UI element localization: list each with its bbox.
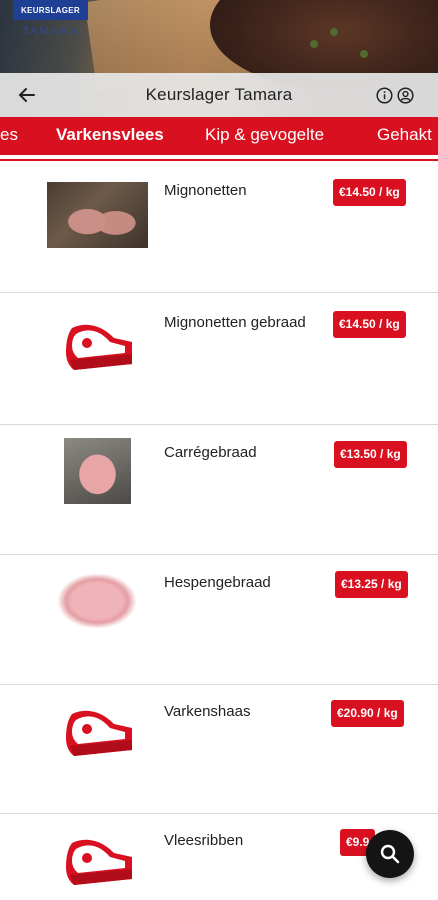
list-item[interactable]: Carrégebraad €13.50 / kg: [0, 425, 438, 555]
meat-steak-icon: [62, 706, 134, 767]
product-photo: [64, 438, 131, 504]
list-item[interactable]: Mignonetten gebraad €14.50 / kg: [0, 295, 438, 425]
account-circle-icon: [397, 87, 414, 104]
list-item[interactable]: Hespengebraad €13.25 / kg: [0, 555, 438, 685]
product-name: Varkenshaas: [164, 703, 251, 720]
price-badge: €14.50 / kg: [333, 179, 406, 206]
price-badge: €14.50 / kg: [333, 311, 406, 338]
account-button[interactable]: [397, 87, 414, 104]
product-name: Mignonetten gebraad: [164, 314, 306, 331]
product-photo: [47, 182, 148, 248]
app-bar: Keurslager Tamara: [0, 73, 438, 117]
product-name: Vleesribben: [164, 832, 244, 849]
logo-text: KEURSLAGER: [13, 0, 88, 20]
price-badge: €20.90 / kg: [331, 700, 404, 727]
arrow-left-icon: [18, 88, 35, 102]
search-icon: [380, 844, 400, 864]
list-item[interactable]: Mignonetten €14.50 / kg: [0, 163, 438, 293]
search-button[interactable]: [366, 830, 414, 878]
list-item[interactable]: Varkenshaas €20.90 / kg: [0, 684, 438, 814]
product-name: Mignonetten: [164, 182, 247, 199]
product-photo: [57, 573, 137, 629]
product-name: Carrégebraad: [164, 444, 257, 461]
page-title: Keurslager Tamara: [145, 85, 293, 104]
logo-subtitle: TAMARA: [22, 25, 79, 37]
info-icon: [376, 87, 393, 104]
product-name: Hespengebraad: [164, 574, 271, 591]
brand-logo: KEURSLAGER TAMARA: [13, 0, 88, 46]
meat-steak-icon: [62, 320, 134, 381]
price-badge: €13.25 / kg: [335, 571, 408, 598]
price-badge: €13.50 / kg: [334, 441, 407, 468]
tab-kip-gevogelte[interactable]: Kip & gevogelte: [205, 117, 324, 155]
tab-partial-left[interactable]: es: [0, 117, 18, 155]
info-button[interactable]: [376, 87, 393, 104]
category-tabs: es Varkensvlees Kip & gevogelte Gehakt: [0, 117, 438, 155]
back-button[interactable]: [16, 84, 38, 106]
tab-varkensvlees[interactable]: Varkensvlees: [56, 117, 164, 155]
tab-gehakt[interactable]: Gehakt: [377, 117, 432, 155]
tabs-divider: [0, 155, 438, 161]
meat-steak-icon: [62, 835, 134, 896]
